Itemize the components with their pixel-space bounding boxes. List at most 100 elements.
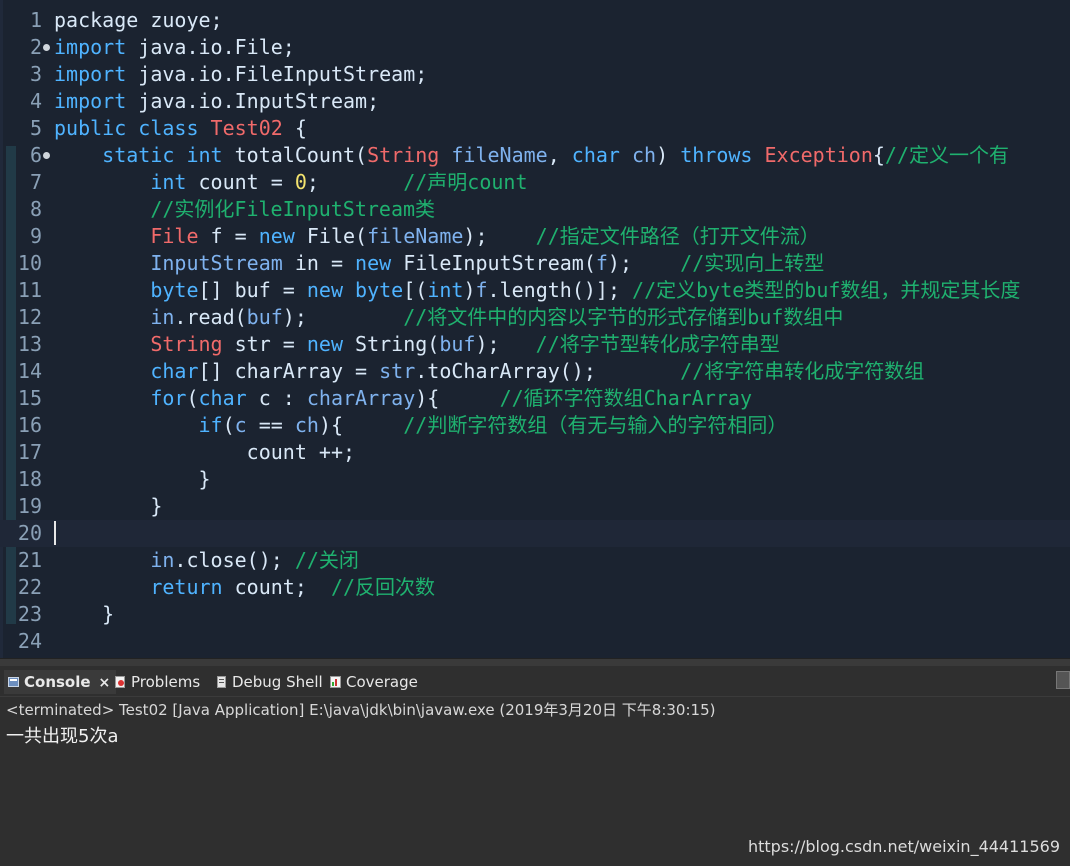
code-text: return count; //反回次数: [54, 574, 435, 601]
code-token: //声明count: [403, 170, 528, 194]
code-line[interactable]: 24: [0, 628, 1070, 655]
code-line[interactable]: 10 InputStream in = new FileInputStream(…: [0, 250, 1070, 277]
code-line[interactable]: 20: [0, 520, 1070, 547]
code-token: [] buf =: [198, 278, 307, 302]
code-token: .read(: [174, 305, 247, 329]
code-line[interactable]: 13 String str = new String(buf); //将字节型转…: [0, 331, 1070, 358]
console-view: Console × Problems Debug Shell Coverage <…: [0, 666, 1070, 866]
code-line[interactable]: 7 int count = 0; //声明count: [0, 169, 1070, 196]
console-status: <terminated> Test02 [Java Application] E…: [6, 701, 716, 719]
tab-debug-shell[interactable]: Debug Shell: [216, 670, 323, 694]
code-token: //将文件中的内容以字节的形式存储到buf数组中: [403, 305, 844, 329]
code-token: java.io.InputStream;: [126, 89, 380, 113]
line-number: 12: [17, 305, 42, 329]
code-token: public class: [54, 116, 211, 140]
code-line[interactable]: 16 if(c == ch){ //判断字符数组（有无与输入的字符相同）: [0, 412, 1070, 439]
fold-toggle-icon[interactable]: [43, 44, 50, 51]
code-editor[interactable]: 1 package zuoye; 2 import java.io.File; 3 imp…: [0, 0, 1070, 658]
fold-toggle-icon[interactable]: [43, 152, 50, 159]
code-token: fileName: [451, 143, 548, 167]
code-token: Exception: [764, 143, 873, 167]
line-number: 15: [17, 386, 42, 410]
code-token: 0: [294, 170, 307, 194]
code-token: ch: [294, 413, 319, 437]
code-line[interactable]: 1 package zuoye;: [0, 7, 1070, 34]
code-text: for(char c : charArray){ //循环字符数组CharArr…: [54, 385, 752, 412]
code-token: char: [571, 143, 620, 167]
code-token: in =: [282, 251, 356, 275]
line-number: 11: [17, 278, 42, 302]
code-token: throws: [680, 143, 753, 167]
line-number: 23: [17, 602, 42, 626]
code-line[interactable]: 12 in.read(buf); //将文件中的内容以字节的形式存储到buf数组…: [0, 304, 1070, 331]
code-token: );: [607, 251, 681, 275]
code-token: Test02: [210, 116, 283, 140]
code-line[interactable]: 18 }: [0, 466, 1070, 493]
code-line[interactable]: 19 }: [0, 493, 1070, 520]
code-line[interactable]: 11 byte[] buf = new byte[(int)f.length()…: [0, 277, 1070, 304]
console-icon: [8, 671, 19, 687]
code-line[interactable]: 17 count ++;: [0, 439, 1070, 466]
code-token: c :: [246, 386, 307, 410]
code-line[interactable]: 6 static int totalCount(String fileName,…: [0, 142, 1070, 169]
console-tab-bar: Console × Problems Debug Shell Coverage: [0, 666, 1070, 697]
problems-icon: [115, 671, 126, 688]
line-number: 18: [17, 467, 42, 491]
code-line[interactable]: 21 in.close(); //关闭: [0, 547, 1070, 574]
line-number: 5: [29, 116, 42, 140]
minimize-button[interactable]: [1056, 671, 1070, 689]
tab-console[interactable]: Console ×: [4, 670, 117, 694]
code-token: File(: [294, 224, 368, 248]
code-text: if(c == ch){ //判断字符数组（有无与输入的字符相同）: [54, 412, 787, 439]
code-token: int: [427, 278, 464, 302]
code-token: String: [54, 332, 223, 356]
code-text: in.read(buf); //将文件中的内容以字节的形式存储到buf数组中: [54, 304, 843, 331]
line-number: 24: [17, 629, 42, 653]
code-token: new: [306, 332, 343, 356]
code-token: new: [258, 224, 295, 248]
code-token: ,: [547, 143, 572, 167]
code-line[interactable]: 2 import java.io.File;: [0, 34, 1070, 61]
code-token: in: [54, 305, 175, 329]
code-token: count;: [222, 575, 331, 599]
code-line[interactable]: 8 //实例化FileInputStream类: [0, 196, 1070, 223]
code-token: for: [54, 386, 187, 410]
code-line[interactable]: 22 return count; //反回次数: [0, 574, 1070, 601]
close-icon[interactable]: ×: [99, 675, 111, 691]
code-token: {: [282, 116, 307, 140]
code-line[interactable]: 3 import java.io.FileInputStream;: [0, 61, 1070, 88]
code-text: import java.io.InputStream;: [54, 88, 379, 115]
tab-problems[interactable]: Problems: [115, 670, 200, 694]
code-line[interactable]: 9 File f = new File(fileName); //指定文件路径（…: [0, 223, 1070, 250]
line-number: 17: [17, 440, 42, 464]
line-number: 3: [29, 62, 42, 86]
code-token: int: [54, 170, 187, 194]
tab-coverage[interactable]: Coverage: [330, 670, 418, 694]
line-number: 13: [17, 332, 42, 356]
code-token: ){: [415, 386, 500, 410]
code-text: static int totalCount(String fileName, c…: [54, 142, 1009, 169]
code-line[interactable]: 15 for(char c : charArray){ //循环字符数组Char…: [0, 385, 1070, 412]
code-text: byte[] buf = new byte[(int)f.length()]; …: [54, 277, 1020, 304]
code-text: String str = new String(buf); //将字节型转化成字…: [54, 331, 779, 358]
code-line[interactable]: 4 import java.io.InputStream;: [0, 88, 1070, 115]
console-output[interactable]: 一共出现5次a: [6, 722, 118, 748]
code-token: //指定文件路径（打开文件流）: [535, 224, 820, 248]
code-line[interactable]: 14 char[] charArray = str.toCharArray();…: [0, 358, 1070, 385]
code-token: [] charArray =: [198, 359, 380, 383]
coverage-icon: [330, 671, 341, 688]
line-number: 7: [29, 170, 42, 194]
code-token: }: [54, 467, 211, 491]
code-token: ==: [246, 413, 295, 437]
line-number: 6: [29, 143, 42, 167]
code-text: int count = 0; //声明count: [54, 169, 528, 196]
code-line[interactable]: 23 }: [0, 601, 1070, 628]
code-text: in.close(); //关闭: [54, 547, 359, 574]
code-token: c: [234, 413, 247, 437]
code-text: }: [54, 493, 162, 520]
code-line[interactable]: 5 public class Test02 {: [0, 115, 1070, 142]
code-token: //实现向上转型: [680, 251, 825, 275]
line-number: 8: [29, 197, 42, 221]
code-token: import: [54, 35, 127, 59]
code-token: [(: [403, 278, 428, 302]
